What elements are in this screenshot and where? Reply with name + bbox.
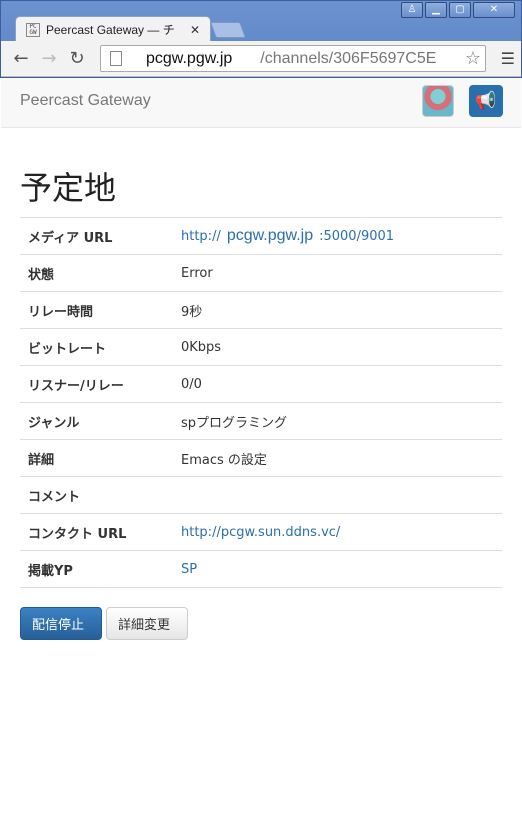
channel-info-table: メディア URL http:// pcgw.pgw.jp :5000/9001 状態… <box>20 217 502 588</box>
page-icon <box>110 51 122 66</box>
edit-details-button[interactable]: 詳細変更 <box>106 607 188 640</box>
comment-label: コメント <box>20 476 181 514</box>
tab-title: Peercast Gateway — チ <box>46 23 175 37</box>
address-host: pcgw.pgw.jp <box>146 49 233 67</box>
contact-url-label: コンタクト URL <box>20 513 181 551</box>
browser-toolbar: ← → ↻ pcgw.pgw.jp /channels/306F5697C5E … <box>1 41 521 77</box>
megaphone-icon[interactable]: 📢 <box>469 85 503 117</box>
yp-label: 掲載YP <box>20 550 181 588</box>
media-url-value: http:// pcgw.pgw.jp :5000/9001 <box>181 217 502 255</box>
bitrate-label: ビットレート <box>20 328 181 366</box>
window-controls: ♙ ▁ ▢ ✕ <box>401 2 515 18</box>
relay-time-value: 9秒 <box>181 291 502 329</box>
contact-url-value: http://pcgw.sun.ddns.vc/ <box>181 513 502 551</box>
status-value: Error <box>181 254 502 292</box>
stop-broadcast-button[interactable]: 配信停止 <box>20 607 102 640</box>
favicon-icon: PC GW <box>26 22 40 37</box>
media-url-suffix: :5000/9001 <box>319 229 395 244</box>
table-row: ビットレート 0Kbps <box>20 328 502 366</box>
new-tab-button[interactable] <box>210 22 246 38</box>
arrow-left-icon[interactable]: ← <box>7 48 35 69</box>
table-row: 状態 Error <box>20 254 502 292</box>
app-navbar: Peercast Gateway 📢 <box>1 78 521 128</box>
browser-tab[interactable]: PC GW Peercast Gateway — チ ✕ <box>15 16 211 42</box>
media-url-prefix: http:// <box>181 229 221 244</box>
bitrate-value: 0Kbps <box>181 328 502 366</box>
status-label: 状態 <box>20 254 181 292</box>
yp-value: SP <box>181 550 502 588</box>
table-row: リスナー/リレー 0/0 <box>20 365 502 403</box>
action-buttons: 配信停止 詳細変更 <box>20 607 188 640</box>
address-path: /channels/306F5697C5E <box>260 49 437 67</box>
page-title: 予定地 <box>20 169 117 207</box>
yp-link[interactable]: SP <box>181 562 197 577</box>
relay-time-label: リレー時間 <box>20 291 181 329</box>
table-row: ジャンル spプログラミング <box>20 402 502 440</box>
hamburger-menu-icon[interactable]: ☰ <box>501 49 515 68</box>
table-row: コメント <box>20 476 502 514</box>
tab-close-icon[interactable]: ✕ <box>190 23 200 37</box>
star-icon[interactable]: ☆ <box>462 48 481 69</box>
contact-url-link[interactable]: http://pcgw.sun.ddns.vc/ <box>181 525 340 540</box>
genre-value: spプログラミング <box>181 402 502 440</box>
minimize-icon[interactable]: ▁ <box>425 2 447 18</box>
detail-label: 詳細 <box>20 439 181 477</box>
window-close-icon[interactable]: ✕ <box>473 2 515 18</box>
table-row: 詳細 Emacs の設定 <box>20 439 502 477</box>
user-profile-icon[interactable]: ♙ <box>401 2 423 18</box>
table-row: コンタクト URL http://pcgw.sun.ddns.vc/ <box>20 513 502 551</box>
media-url-label: メディア URL <box>20 217 181 255</box>
listeners-value: 0/0 <box>181 365 502 403</box>
genre-label: ジャンル <box>20 402 181 440</box>
table-row: リレー時間 9秒 <box>20 291 502 329</box>
media-url-link[interactable]: http:// pcgw.pgw.jp :5000/9001 <box>181 227 395 244</box>
reload-icon[interactable]: ↻ <box>63 48 91 69</box>
media-url-host: pcgw.pgw.jp <box>226 227 314 244</box>
main-content: 予定地 メディア URL http:// pcgw.pgw.jp :5000/900… <box>20 128 502 588</box>
listeners-label: リスナー/リレー <box>20 365 181 403</box>
address-bar[interactable]: pcgw.pgw.jp /channels/306F5697C5E ☆ <box>100 45 486 72</box>
user-avatar[interactable] <box>422 85 454 117</box>
arrow-right-icon[interactable]: → <box>35 48 63 69</box>
table-row: 掲載YP SP <box>20 550 502 588</box>
table-row: メディア URL http:// pcgw.pgw.jp :5000/9001 <box>20 217 502 255</box>
maximize-icon[interactable]: ▢ <box>449 2 471 18</box>
detail-value: Emacs の設定 <box>181 439 502 477</box>
comment-value <box>181 476 502 514</box>
brand-link[interactable]: Peercast Gateway <box>20 92 151 110</box>
